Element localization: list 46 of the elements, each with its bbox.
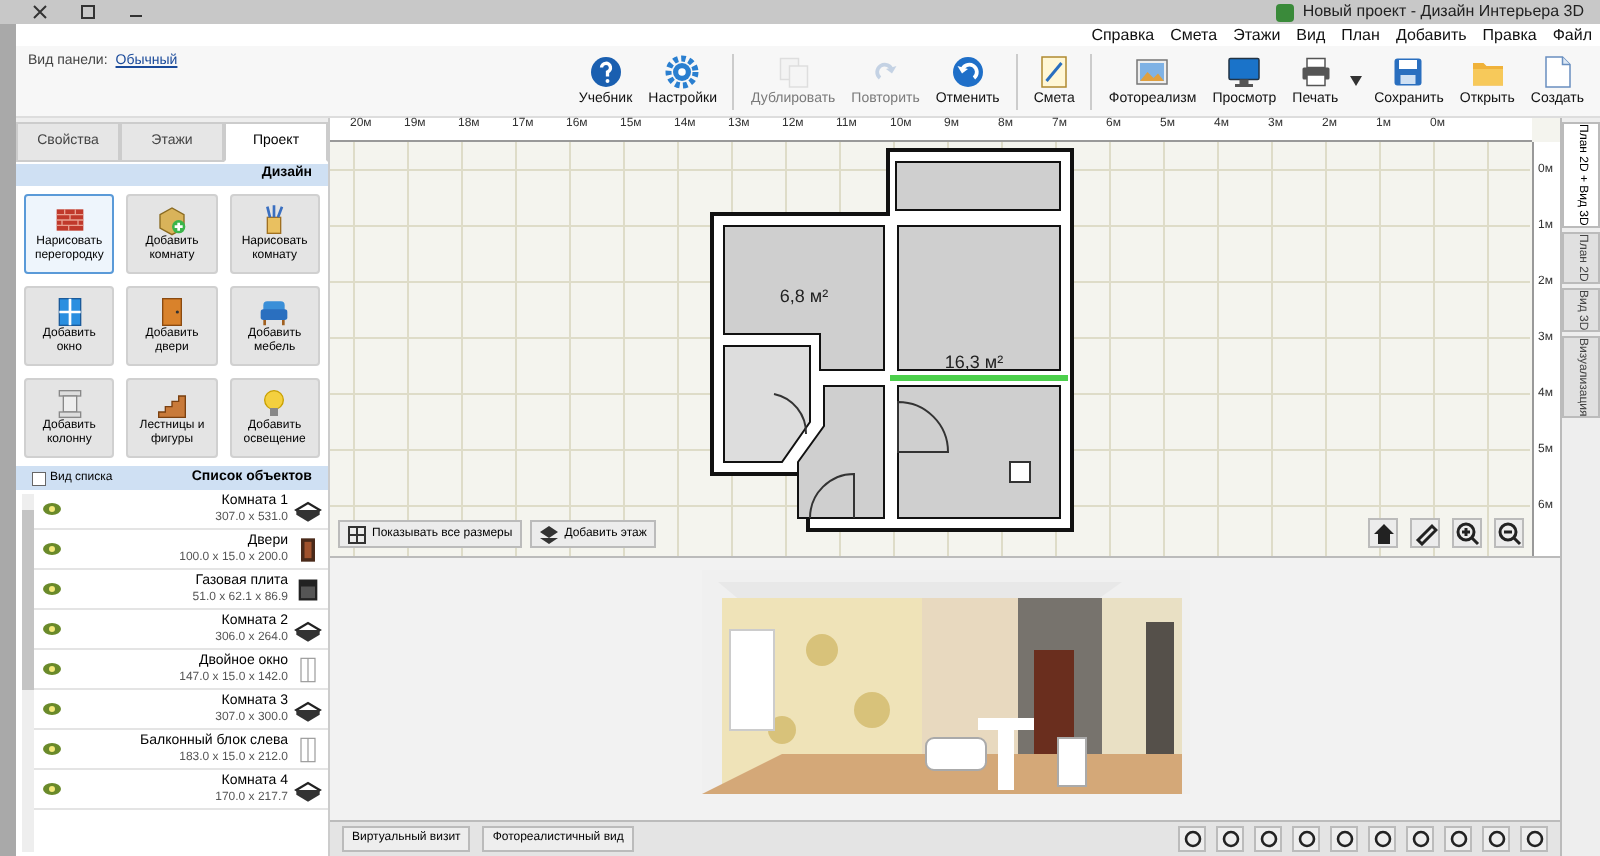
menu-item[interactable]: Этажи	[1233, 23, 1281, 47]
ruler-icon	[1413, 521, 1437, 545]
ruler-button[interactable]	[1410, 518, 1440, 548]
eye-icon	[42, 742, 62, 756]
close-icon	[32, 4, 48, 20]
floppy-icon	[1390, 54, 1427, 90]
eye-icon	[42, 542, 62, 556]
window-icon	[294, 655, 322, 683]
box-plus-icon	[155, 204, 188, 236]
window-title: Новый проект - Дизайн Интерьера 3D	[1302, 0, 1584, 24]
menu-item[interactable]: План	[1341, 23, 1380, 47]
help-icon	[587, 54, 624, 90]
brick-wall-icon	[53, 204, 86, 236]
caret-icon	[1350, 76, 1363, 86]
eye-icon	[42, 702, 62, 716]
scrollbar[interactable]	[22, 494, 34, 852]
eye-icon	[42, 502, 62, 516]
copy-icon	[775, 54, 812, 90]
printer-icon	[1297, 54, 1334, 90]
layers-icon	[540, 525, 559, 543]
menu-item[interactable]: Справка	[1091, 23, 1155, 47]
menu-item[interactable]: Файл	[1552, 23, 1592, 47]
menu-item[interactable]: Добавить	[1395, 23, 1467, 47]
room-area-label: 16,3 м²	[944, 352, 1004, 372]
dimensions-icon	[348, 525, 366, 543]
app-icon	[1276, 3, 1295, 21]
menu-item[interactable]: Смета	[1170, 23, 1218, 47]
armchair-icon	[258, 296, 291, 328]
window-icon	[294, 735, 322, 763]
monitor-icon	[1226, 54, 1263, 90]
stove-icon	[294, 575, 322, 603]
eye-icon	[42, 782, 62, 796]
maximize-icon	[80, 4, 96, 20]
room-area-label: 6,8 м²	[779, 286, 829, 306]
list-icon	[32, 471, 46, 485]
gear-icon	[664, 54, 701, 90]
menu-item[interactable]: Вид	[1296, 23, 1326, 47]
menu-item[interactable]: Правка	[1482, 23, 1537, 47]
eye-icon	[42, 662, 62, 676]
notepad-icon	[1036, 54, 1073, 90]
document-icon	[1539, 54, 1576, 90]
eye-icon	[42, 622, 62, 636]
eye-icon	[42, 582, 62, 596]
picture-frame-icon	[1134, 54, 1171, 90]
column-icon	[53, 388, 86, 420]
window-icon	[53, 296, 86, 328]
